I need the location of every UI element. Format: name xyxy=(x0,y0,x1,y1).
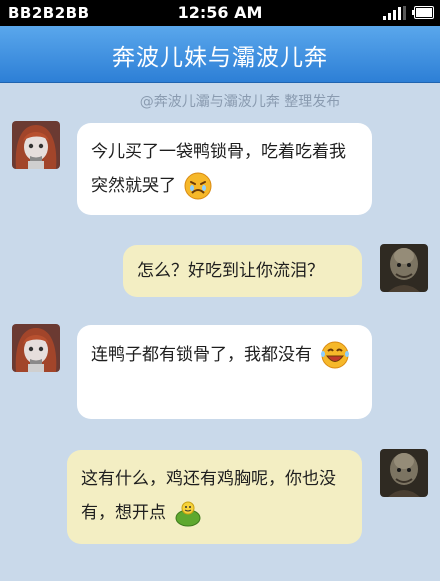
crying-face-icon xyxy=(184,172,212,200)
status-bar: BB2B2BB 12:56 AM xyxy=(0,0,440,26)
message-text: 今儿买了一袋鸭锁骨，吃着吃着我突然就哭了 xyxy=(91,142,346,196)
message-text: 连鸭子都有锁骨了，我都没有 xyxy=(91,345,312,365)
message-text: 这有什么，鸡还有鸡胸呢，你也没有，想开点 xyxy=(81,469,336,523)
monster-avatar[interactable] xyxy=(380,449,428,497)
girl-avatar[interactable] xyxy=(12,324,60,372)
message-bubble[interactable]: 这有什么，鸡还有鸡胸呢，你也没有，想开点 xyxy=(67,450,362,544)
signal-icon xyxy=(383,6,406,20)
girl-avatar[interactable] xyxy=(12,121,60,169)
chat-title: 奔波儿妹与灞波儿奔 xyxy=(112,45,328,71)
message-bubble[interactable]: 连鸭子都有锁骨了，我都没有 xyxy=(77,325,372,419)
chat-header: 奔波儿妹与灞波儿奔 xyxy=(0,26,440,83)
monster-avatar[interactable] xyxy=(380,244,428,292)
message-text: 怎么？好吃到让你流泪？ xyxy=(137,261,324,281)
message-bubble[interactable]: 怎么？好吃到让你流泪？ xyxy=(123,245,362,297)
credit-watermark: @奔波儿灞与灞波儿奔 整理发布 xyxy=(139,94,341,110)
status-clock: 12:56 AM xyxy=(177,3,263,22)
battery-icon xyxy=(412,6,434,19)
laughing-face-icon xyxy=(321,341,350,369)
pig-icon xyxy=(175,501,201,527)
message-bubble[interactable]: 今儿买了一袋鸭锁骨，吃着吃着我突然就哭了 xyxy=(77,123,372,215)
